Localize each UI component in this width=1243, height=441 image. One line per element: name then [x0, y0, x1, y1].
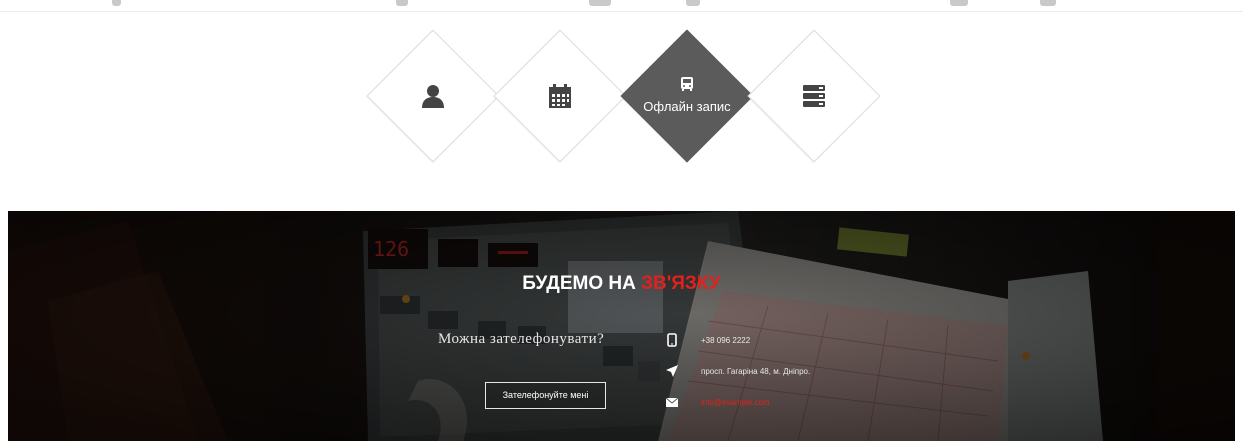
top-strip	[0, 0, 1243, 14]
phone-icon	[667, 333, 677, 347]
background-photo: 126	[8, 211, 1235, 441]
email-link[interactable]: info@example.com	[701, 398, 770, 407]
step-offline[interactable]: Офлайн запис	[620, 29, 754, 163]
address: просп. Гагаріна 48, м. Дніпро.	[701, 366, 811, 376]
email-row: info@example.com	[665, 394, 770, 410]
step-offline-label: Офлайн запис	[643, 99, 731, 114]
server-list-icon	[803, 85, 825, 107]
envelope-icon	[665, 397, 679, 407]
calendar-icon	[549, 84, 571, 108]
location-arrow-icon	[666, 365, 678, 377]
step-user[interactable]	[366, 29, 500, 163]
step-calendar[interactable]	[493, 29, 627, 163]
contact-title: БУДЕМО НА ЗВ'ЯЗКУ	[8, 273, 1235, 295]
bus-icon	[681, 77, 693, 91]
contact-title-accent: ЗВ'ЯЗКУ	[641, 273, 721, 294]
contact-section: 126	[8, 211, 1235, 441]
step-list[interactable]	[747, 29, 881, 163]
phone-number[interactable]: +38 096 2222	[701, 336, 750, 345]
phone-row: +38 096 2222	[665, 332, 750, 348]
address-row: просп. Гагаріна 48, м. Дніпро.	[665, 363, 810, 379]
call-question: Можна зателефонувати?	[438, 331, 605, 347]
user-icon	[422, 85, 444, 108]
contact-title-main: БУДЕМО НА	[522, 273, 642, 294]
call-me-button[interactable]: Зателефонуйте мені	[485, 382, 606, 409]
